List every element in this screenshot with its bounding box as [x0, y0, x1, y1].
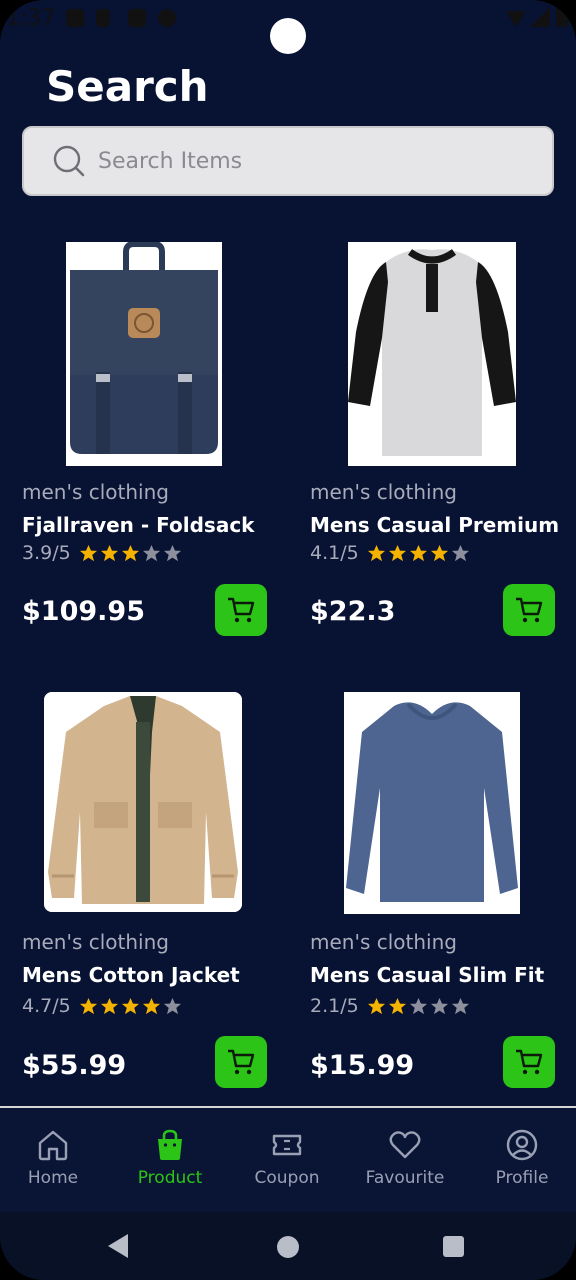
product-name: Mens Casual Slim Fit [310, 963, 545, 987]
product-rating: 4.7/5 [22, 995, 182, 1017]
cart-icon [228, 1049, 255, 1075]
product-category: men's clothing [310, 930, 457, 954]
product-price: $55.99 [22, 1050, 127, 1081]
product-rating: 2.1/5 [310, 995, 470, 1017]
user-icon [506, 1129, 538, 1161]
settings-status-icon [66, 9, 84, 27]
star-filled-icon [388, 997, 406, 1014]
nav-item-coupon[interactable]: Coupon [232, 1128, 342, 1188]
star-empty-icon [451, 997, 469, 1014]
product-rating: 4.1/5 [310, 542, 470, 564]
product-image-backpack[interactable] [66, 242, 222, 466]
mail-status-icon [128, 9, 146, 27]
star-filled-icon [100, 997, 118, 1014]
product-card[interactable]: men's clothing Mens Casual Slim Fit 2.1/… [310, 690, 570, 1090]
star-empty-icon [430, 997, 448, 1014]
star-filled-icon [121, 997, 139, 1014]
nav-label: Product [137, 1168, 203, 1188]
rating-stars [79, 997, 182, 1016]
product-category: men's clothing [22, 480, 169, 504]
nav-item-home[interactable]: Home [0, 1128, 108, 1188]
status-time: 1:37 [6, 6, 56, 31]
rating-stars [367, 544, 470, 563]
product-price: $15.99 [310, 1050, 415, 1081]
add-to-cart-button[interactable] [503, 1036, 555, 1088]
bag-icon [158, 1129, 182, 1160]
star-filled-icon [79, 544, 97, 561]
search-input[interactable] [98, 148, 518, 174]
product-price: $109.95 [22, 596, 145, 627]
product-rating: 3.9/5 [22, 542, 182, 564]
cart-icon [516, 597, 543, 623]
star-empty-icon [451, 544, 469, 561]
rating-stars [367, 997, 470, 1016]
bottom-navigation: Home Product Coupon Favourite Profile [0, 1106, 576, 1212]
home-circle-icon[interactable] [277, 1236, 299, 1258]
search-icon [53, 145, 85, 177]
wifi-status-icon [506, 11, 526, 27]
product-name: Mens Cotton Jacket [22, 963, 240, 987]
nav-label: Favourite [365, 1168, 445, 1188]
product-image-raglan-shirt[interactable] [348, 242, 516, 466]
nav-label: Home [27, 1168, 79, 1188]
star-empty-icon [409, 997, 427, 1014]
product-image-long-sleeve-tee[interactable] [344, 692, 520, 914]
star-filled-icon [79, 997, 97, 1014]
star-filled-icon [388, 544, 406, 561]
phone-screen: 1:37 Search Search Items men's clothing … [0, 0, 576, 1280]
nav-label: Profile [495, 1168, 549, 1188]
star-filled-icon [367, 997, 385, 1014]
cart-icon [228, 597, 255, 623]
back-icon[interactable] [108, 1234, 128, 1258]
star-filled-icon [100, 544, 118, 561]
product-card[interactable]: men's clothing Mens Casual Premium 4.1/5… [310, 240, 570, 640]
product-name: Fjallraven - Foldsack [22, 513, 255, 537]
rating-stars [79, 544, 182, 563]
product-card[interactable]: men's clothing Mens Cotton Jacket 4.7/5 … [22, 690, 282, 1090]
nav-item-favourite[interactable]: Favourite [350, 1128, 460, 1188]
add-to-cart-button[interactable] [215, 584, 267, 636]
home-icon [38, 1130, 68, 1161]
recents-icon[interactable] [443, 1236, 464, 1257]
rating-text: 4.1/5 [310, 542, 359, 564]
camera-cutout [270, 18, 306, 54]
star-filled-icon [367, 544, 385, 561]
product-category: men's clothing [22, 930, 169, 954]
heart-icon [389, 1131, 421, 1159]
system-navigation-bar [0, 1212, 576, 1280]
product-name: Mens Casual Premium [310, 513, 560, 537]
product-category: men's clothing [310, 480, 457, 504]
add-to-cart-button[interactable] [215, 1036, 267, 1088]
ticket-icon [272, 1134, 302, 1156]
star-empty-icon [142, 544, 160, 561]
rating-text: 2.1/5 [310, 995, 359, 1017]
nav-item-product[interactable]: Product [115, 1128, 225, 1188]
rating-text: 4.7/5 [22, 995, 71, 1017]
star-empty-icon [163, 544, 181, 561]
notification-status-icon [96, 9, 110, 27]
cart-icon [516, 1049, 543, 1075]
product-card[interactable]: men's clothing Fjallraven - Foldsack 3.9… [22, 240, 282, 640]
search-bar[interactable] [22, 126, 554, 196]
star-filled-icon [121, 544, 139, 561]
star-empty-icon [163, 997, 181, 1014]
add-to-cart-button[interactable] [503, 584, 555, 636]
product-image-cotton-jacket[interactable] [44, 692, 242, 912]
nav-label: Coupon [254, 1168, 320, 1188]
page-title: Search [46, 62, 209, 111]
nav-item-profile[interactable]: Profile [467, 1128, 576, 1188]
product-price: $22.3 [310, 596, 396, 627]
star-filled-icon [430, 544, 448, 561]
sync-status-icon [158, 9, 176, 27]
rating-text: 3.9/5 [22, 542, 71, 564]
battery-status-icon [556, 7, 568, 27]
signal-status-icon [530, 7, 550, 27]
star-filled-icon [142, 997, 160, 1014]
star-filled-icon [409, 544, 427, 561]
